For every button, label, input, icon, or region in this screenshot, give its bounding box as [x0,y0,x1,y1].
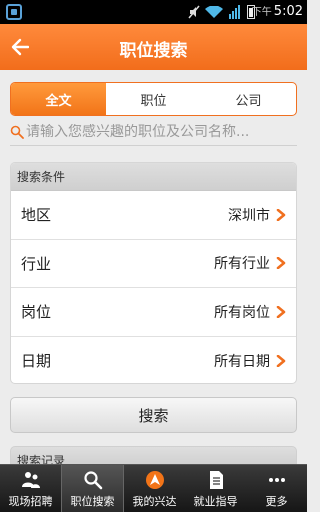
condition-label: 行业 [21,254,52,273]
condition-row-date[interactable]: 日期 所有日期 [11,337,296,384]
more-icon [268,478,285,482]
search-icon [83,471,102,490]
status-icons [188,4,255,20]
conditions-header: 搜索条件 [11,163,296,191]
wifi-icon [205,6,223,18]
nav-label: 就业指导 [193,495,238,508]
nav-item-job-fair[interactable]: 现场招聘 [0,465,61,512]
tab-position[interactable]: 职位 [106,83,201,115]
tab-company[interactable]: 公司 [201,83,296,115]
clock-period: 下午 [251,7,272,18]
clock: 下午 5:02 [252,3,303,19]
search-input[interactable] [26,123,297,140]
nav-label: 职位搜索 [70,495,115,508]
condition-label: 岗位 [21,303,52,322]
condition-row-region[interactable]: 地区 深圳市 [11,191,296,240]
logo-icon [145,471,164,489]
document-icon [209,471,223,489]
nav-item-career-guide[interactable]: 就业指导 [185,465,246,512]
chevron-right-icon [276,257,286,270]
people-icon [21,472,40,488]
search-button[interactable]: 搜索 [10,397,297,433]
mute-icon [188,5,200,19]
search-icon [10,125,24,139]
tab-fulltext[interactable]: 全文 [11,83,106,115]
nav-item-more[interactable]: 更多 [246,465,307,512]
condition-value: 所有岗位 [214,304,270,321]
condition-value: 所有日期 [214,353,270,370]
chevron-right-icon [276,208,286,221]
nav-item-job-search[interactable]: 职位搜索 [61,465,124,512]
bottom-nav: 现场招聘 职位搜索 我的兴达 就业指导 更多 [0,464,307,512]
search-bar [10,118,297,146]
status-bar: 下午 5:02 [0,0,307,24]
nav-label: 我的兴达 [132,495,177,508]
title-bar: 职位搜索 [0,24,307,70]
condition-label: 地区 [21,206,52,225]
nav-label: 现场招聘 [8,495,53,508]
app-notification-icon [6,4,22,20]
page-title: 职位搜索 [119,41,188,61]
chevron-right-icon [276,354,286,367]
condition-row-industry[interactable]: 行业 所有行业 [11,240,296,288]
chevron-right-icon [276,305,286,318]
signal-icon [229,5,240,19]
condition-row-post[interactable]: 岗位 所有岗位 [11,288,296,337]
condition-value: 深圳市 [228,207,270,224]
nav-item-my-xingda[interactable]: 我的兴达 [124,465,185,512]
search-conditions-card: 搜索条件 地区 深圳市 行业 所有行业 岗位 所有岗位 日期 所有日期 [10,162,297,384]
search-history-header: 搜索记录 [10,446,297,466]
search-scope-tabs: 全文 职位 公司 [10,82,297,116]
clock-time: 5:02 [273,4,303,19]
condition-label: 日期 [21,352,52,371]
nav-label: 更多 [265,495,288,508]
condition-value: 所有行业 [214,256,270,273]
